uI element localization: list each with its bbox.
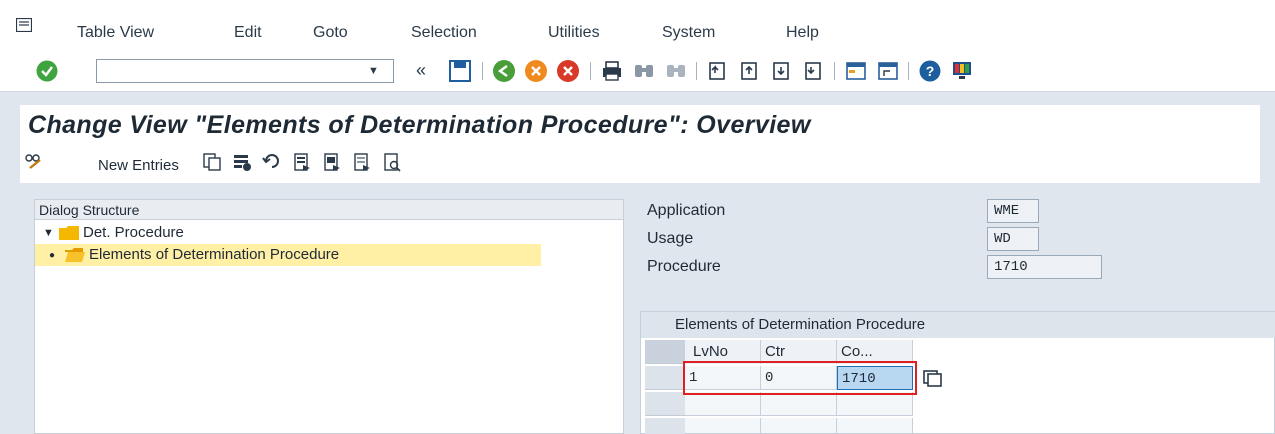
tree-item-det-procedure[interactable]: ▼ Det. Procedure <box>35 222 623 244</box>
empty-cell[interactable] <box>685 392 761 416</box>
toolbar-separator <box>482 62 483 80</box>
svg-text:?: ? <box>926 63 935 79</box>
procedure-field[interactable]: 1710 <box>987 255 1102 279</box>
menu-edit[interactable]: Edit <box>234 24 262 42</box>
display-change-icon[interactable] <box>24 152 44 172</box>
empty-cell[interactable] <box>837 418 913 434</box>
choose-icon[interactable] <box>382 152 402 172</box>
standard-toolbar: ▼ « ? <box>0 50 1275 92</box>
select-all-rows-button[interactable] <box>645 340 685 364</box>
menu-icon[interactable] <box>16 18 32 32</box>
menu-help[interactable]: Help <box>786 24 819 42</box>
last-page-icon[interactable] <box>802 59 826 83</box>
customize-layout-icon[interactable] <box>950 59 974 83</box>
application-toolbar: New Entries <box>20 145 1260 183</box>
menu-table-view[interactable]: Table View <box>77 24 154 42</box>
application-field[interactable]: WME <box>987 199 1039 223</box>
exit-icon[interactable] <box>524 59 548 83</box>
double-chevron-left-icon[interactable]: « <box>416 60 426 81</box>
toolbar-separator <box>834 62 835 80</box>
usage-field[interactable]: WD <box>987 227 1039 251</box>
cancel-icon[interactable] <box>556 59 580 83</box>
red-highlight-box <box>683 361 917 395</box>
menu-system[interactable]: System <box>662 24 715 42</box>
tree-item-label: Det. Procedure <box>83 224 184 241</box>
row-selector[interactable] <box>645 418 685 434</box>
find-icon[interactable] <box>632 59 656 83</box>
help-icon[interactable]: ? <box>918 59 942 83</box>
new-entries-button[interactable]: New Entries <box>98 157 179 174</box>
copy-icon[interactable] <box>202 152 222 172</box>
delete-icon[interactable] <box>232 152 252 172</box>
save-icon[interactable] <box>448 59 472 83</box>
page-title: Change View "Elements of Determination P… <box>28 111 811 139</box>
open-folder-icon <box>65 248 85 262</box>
undo-icon[interactable] <box>262 152 282 172</box>
title-bar: Change View "Elements of Determination P… <box>20 105 1260 145</box>
command-field[interactable] <box>96 59 394 83</box>
table-title: Elements of Determination Procedure <box>641 312 1275 338</box>
folder-icon <box>59 226 79 240</box>
shortcut-icon[interactable] <box>876 59 900 83</box>
select-all-icon[interactable] <box>292 152 312 172</box>
menu-goto[interactable]: Goto <box>313 24 348 42</box>
bullet-icon: ● <box>49 250 56 261</box>
tree-item-elements-of-determination-procedure[interactable]: ● Elements of Determination Procedure <box>35 244 541 266</box>
value-help-icon[interactable] <box>918 368 944 388</box>
empty-cell[interactable] <box>837 392 913 416</box>
create-session-icon[interactable] <box>844 59 868 83</box>
row-selector[interactable] <box>645 392 685 416</box>
toolbar-separator <box>908 62 909 80</box>
empty-cell[interactable] <box>761 418 837 434</box>
first-page-icon[interactable] <box>706 59 730 83</box>
deselect-all-icon[interactable] <box>352 152 372 172</box>
menu-bar: Table View Edit Goto Selection Utilities… <box>0 0 1275 50</box>
previous-page-icon[interactable] <box>738 59 762 83</box>
empty-cell[interactable] <box>685 418 761 434</box>
usage-label: Usage <box>647 230 694 247</box>
application-label: Application <box>647 202 726 219</box>
tree-item-label: Elements of Determination Procedure <box>89 246 340 263</box>
back-icon[interactable] <box>492 59 516 83</box>
next-page-icon[interactable] <box>770 59 794 83</box>
procedure-label: Procedure <box>647 258 721 275</box>
row-selector[interactable] <box>645 366 685 390</box>
expand-arrow-icon[interactable]: ▼ <box>43 227 54 239</box>
dialog-structure-header: Dialog Structure <box>35 200 623 220</box>
toolbar-separator <box>696 62 697 80</box>
empty-cell[interactable] <box>761 392 837 416</box>
find-next-icon[interactable] <box>664 59 688 83</box>
menu-utilities[interactable]: Utilities <box>548 24 600 42</box>
print-icon[interactable] <box>600 59 624 83</box>
ok-icon[interactable] <box>36 60 58 82</box>
dialog-structure-panel: Dialog Structure ▼ Det. Procedure ● Elem… <box>34 199 624 434</box>
chevron-down-icon[interactable]: ▼ <box>368 65 379 77</box>
menu-selection[interactable]: Selection <box>411 24 477 42</box>
select-block-icon[interactable] <box>322 152 342 172</box>
toolbar-separator <box>590 62 591 80</box>
